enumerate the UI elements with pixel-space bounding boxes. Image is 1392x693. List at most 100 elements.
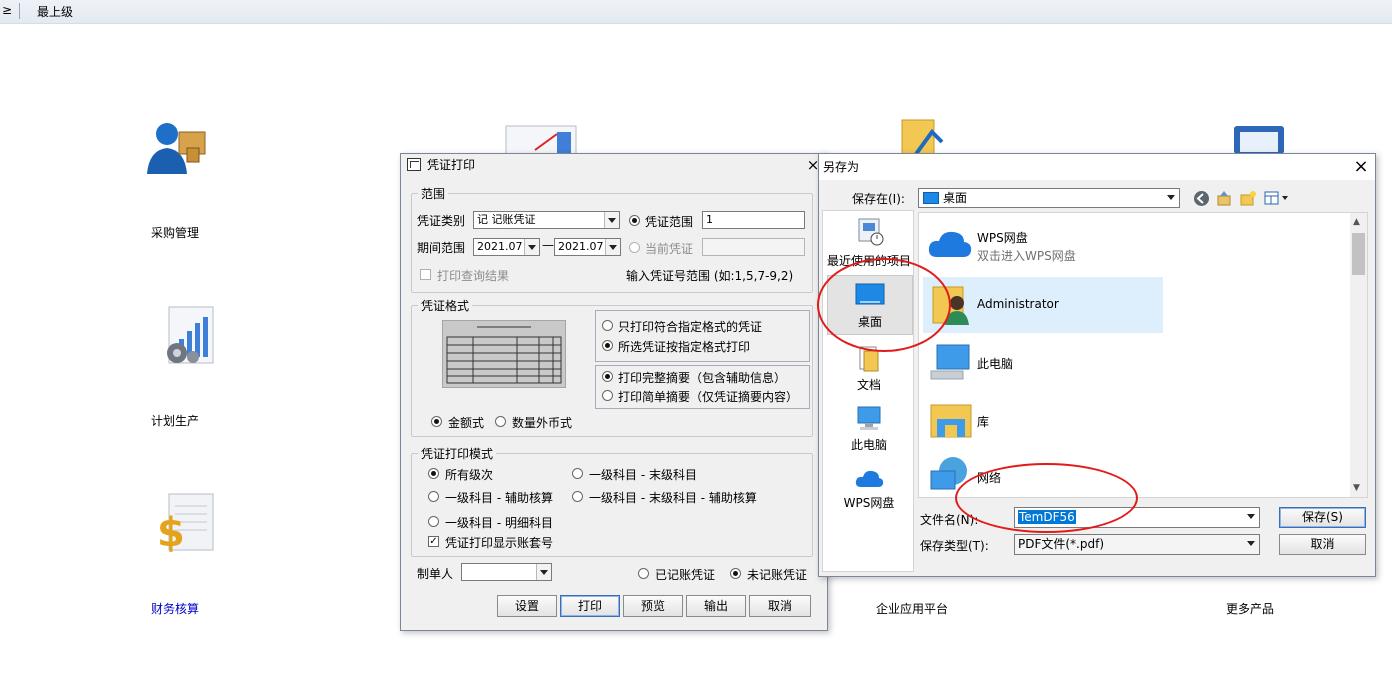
category-label: 凭证类别 xyxy=(417,214,466,228)
save-button[interactable]: 保存(S) xyxy=(1279,507,1366,528)
format-legend: 凭证格式 xyxy=(421,299,470,313)
module-platform-label: 企业应用平台 xyxy=(875,602,948,616)
module-platform[interactable]: 企业应用平台 xyxy=(852,118,972,616)
save-as-title: 另存为 xyxy=(823,160,860,174)
mode-first-last-aux-radio[interactable] xyxy=(572,491,583,502)
save-in-select[interactable]: 桌面 xyxy=(918,188,1180,208)
period-from-value: 2021.07 xyxy=(477,240,523,253)
range-input[interactable]: 1 xyxy=(702,211,805,229)
recent-icon xyxy=(858,218,884,246)
module-more-products-label: 更多产品 xyxy=(1225,602,1274,616)
output-button[interactable]: 输出 xyxy=(686,595,746,617)
list-item-library[interactable]: 库 xyxy=(923,393,1163,449)
category-select[interactable]: 记 记账凭证 xyxy=(473,211,620,229)
save-in-label: 保存在(I): xyxy=(852,192,905,206)
summary-simple-radio[interactable] xyxy=(602,390,613,401)
new-folder-icon[interactable] xyxy=(1240,190,1256,206)
chevron-down-icon[interactable] xyxy=(524,239,539,255)
module-finance[interactable]: $ 财务核算 xyxy=(115,492,235,616)
period-dash: — xyxy=(542,238,554,252)
wps-cloud-icon xyxy=(928,231,972,257)
chevron-down-icon[interactable] xyxy=(1244,508,1259,527)
place-this-pc[interactable]: 此电脑 xyxy=(823,405,915,455)
save-in-value: 桌面 xyxy=(943,191,968,205)
list-item-administrator[interactable]: Administrator xyxy=(923,277,1163,333)
summary-full-radio[interactable] xyxy=(602,371,613,382)
chevron-down-icon[interactable] xyxy=(1164,189,1179,207)
scroll-thumb[interactable] xyxy=(1352,233,1365,275)
print-button[interactable]: 打印 xyxy=(560,595,620,617)
annotation-circle-desktop xyxy=(817,258,951,352)
chevron-down-icon[interactable] xyxy=(1244,535,1259,554)
range-radio[interactable] xyxy=(629,215,640,226)
format-all-radio[interactable] xyxy=(602,340,613,351)
mode-first-aux-radio[interactable] xyxy=(428,491,439,502)
format-all-label: 所选凭证按指定格式打印 xyxy=(618,340,751,354)
module-hidden-icon xyxy=(505,124,579,155)
amount-style-radio[interactable] xyxy=(431,416,442,427)
summary-simple-label: 打印简单摘要（仅凭证摘要内容） xyxy=(618,390,799,404)
filetype-label: 保存类型(T): xyxy=(920,539,989,553)
place-wps-cloud[interactable]: WPS网盘 xyxy=(823,467,915,517)
range-hint: 输入凭证号范围 (如:1,5,7-9,2) xyxy=(626,269,794,283)
file-list-scrollbar[interactable]: ▲ ▼ xyxy=(1350,213,1367,497)
current-voucher-input[interactable] xyxy=(702,238,805,256)
back-icon[interactable] xyxy=(1194,191,1209,206)
filetype-select[interactable]: PDF文件(*.pdf) xyxy=(1014,534,1260,555)
wps-cloud-icon xyxy=(855,470,884,487)
module-purchase[interactable]: 采购管理 xyxy=(115,118,235,240)
mode-all-levels-radio[interactable] xyxy=(428,468,439,479)
maker-select[interactable] xyxy=(461,563,552,581)
breadcrumb-top-level[interactable]: 最上级 xyxy=(37,3,73,20)
more-products-icon xyxy=(1210,120,1290,154)
scroll-up-icon[interactable]: ▲ xyxy=(1353,217,1360,227)
print-query-checkbox[interactable] xyxy=(420,269,431,280)
platform-icon xyxy=(872,118,952,156)
format-only-radio[interactable] xyxy=(602,320,613,331)
quantity-style-label: 数量外币式 xyxy=(512,416,573,430)
module-production-plan[interactable]: 计划生产 xyxy=(115,305,235,428)
module-production-plan-label: 计划生产 xyxy=(150,414,199,428)
show-account-checkbox[interactable]: ✓ xyxy=(428,536,439,547)
up-folder-icon[interactable] xyxy=(1216,190,1232,206)
place-documents-label: 文档 xyxy=(856,378,881,392)
save-cancel-button[interactable]: 取消 xyxy=(1279,534,1366,555)
list-item-this-pc-name: 此电脑 xyxy=(977,357,1014,371)
chevron-down-icon[interactable] xyxy=(604,212,619,228)
close-icon[interactable]: × xyxy=(1351,156,1371,178)
period-to-select[interactable]: 2021.07 xyxy=(554,238,621,256)
list-item-administrator-name: Administrator xyxy=(977,297,1059,311)
posted-radio[interactable] xyxy=(638,568,649,579)
voucher-print-titlebar: 凭证打印 × xyxy=(401,154,827,176)
preview-button[interactable]: 预览 xyxy=(623,595,683,617)
list-item-wps-cloud-name: WPS网盘 xyxy=(977,231,1028,245)
place-this-pc-label: 此电脑 xyxy=(850,438,887,452)
place-documents[interactable]: 文档 xyxy=(823,345,915,395)
mode-first-detail-radio[interactable] xyxy=(428,516,439,527)
range-radio-label: 凭证范围 xyxy=(645,215,694,229)
chevron-down-icon[interactable] xyxy=(536,564,551,580)
current-voucher-radio[interactable] xyxy=(629,242,640,253)
quantity-style-radio[interactable] xyxy=(495,416,506,427)
module-purchase-label: 采购管理 xyxy=(150,226,199,240)
scroll-down-icon[interactable]: ▼ xyxy=(1353,483,1360,493)
voucher-print-title: 凭证打印 xyxy=(427,158,476,172)
chevron-down-icon[interactable] xyxy=(605,239,620,255)
posted-label: 已记账凭证 xyxy=(655,568,716,582)
period-label: 期间范围 xyxy=(417,241,466,255)
setup-button[interactable]: 设置 xyxy=(497,595,557,617)
list-item-wps-cloud[interactable]: WPS网盘 双击进入WPS网盘 xyxy=(923,217,1163,273)
amount-style-label: 金额式 xyxy=(448,416,485,430)
category-select-value: 记 记账凭证 xyxy=(477,213,536,226)
save-as-titlebar: 另存为 × xyxy=(819,154,1375,180)
list-item-this-pc[interactable]: 此电脑 xyxy=(923,335,1163,391)
list-item-wps-cloud-sub: 双击进入WPS网盘 xyxy=(977,249,1076,263)
unposted-radio[interactable] xyxy=(730,568,741,579)
period-to-value: 2021.07 xyxy=(558,240,604,253)
unposted-label: 未记账凭证 xyxy=(747,568,808,582)
mode-first-last-radio[interactable] xyxy=(572,468,583,479)
period-from-select[interactable]: 2021.07 xyxy=(473,238,540,256)
current-voucher-label: 当前凭证 xyxy=(645,242,694,256)
print-cancel-button[interactable]: 取消 xyxy=(749,595,811,617)
view-menu-icon[interactable] xyxy=(1264,190,1290,206)
